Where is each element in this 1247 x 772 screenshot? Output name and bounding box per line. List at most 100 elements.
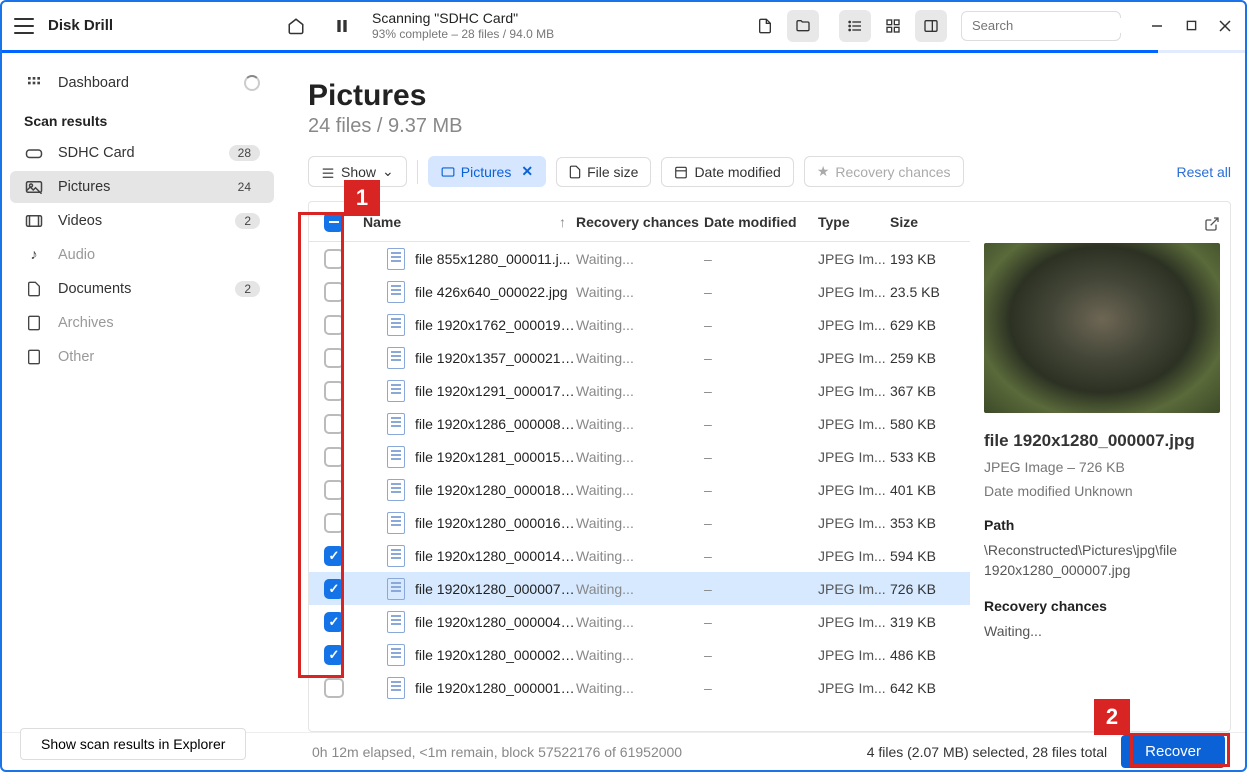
row-datemod: – [704,680,818,696]
row-size: 642 KB [890,680,970,696]
table-row[interactable]: file 1920x1281_000015.... Waiting... – J… [309,440,970,473]
filesize-filter-chip[interactable]: File size [556,157,651,187]
row-size: 486 KB [890,647,970,663]
file-icon [569,165,581,179]
table-row[interactable]: file 1920x1280_000016.... Waiting... – J… [309,506,970,539]
datemod-filter-chip[interactable]: Date modified [661,157,793,187]
sidebar-item-videos[interactable]: Videos 2 [10,205,274,237]
row-type: JPEG Im... [818,482,890,498]
row-datemod: – [704,548,818,564]
table-row[interactable]: file 1920x1286_000008.... Waiting... – J… [309,407,970,440]
sidebar-item-label: Documents [58,281,131,297]
panel-view-icon[interactable] [915,10,947,42]
row-datemod: – [704,251,818,267]
show-in-explorer-button[interactable]: Show scan results in Explorer [20,728,246,760]
preview-datemod: Date modified Unknown [984,483,1220,499]
row-checkbox[interactable] [324,348,344,368]
file-name: file 1920x1280_000004.... [415,614,576,630]
row-checkbox[interactable] [324,381,344,401]
search-input[interactable] [961,11,1121,41]
col-type[interactable]: Type [818,214,890,230]
row-checkbox[interactable] [324,414,344,434]
reset-filters-link[interactable]: Reset all [1177,164,1231,180]
col-recovery[interactable]: Recovery chances [576,214,704,230]
list-view-icon[interactable] [839,10,871,42]
row-type: JPEG Im... [818,515,890,531]
chip-label: Date modified [694,164,780,180]
sidebar-item-label: Pictures [58,179,110,195]
row-recovery: Waiting... [576,482,704,498]
file-name: file 1920x1280_000016.... [415,515,576,531]
row-datemod: – [704,614,818,630]
remove-filter-icon[interactable]: ✕ [521,163,533,180]
sidebar-badge: 2 [235,281,260,297]
file-name: file 1920x1280_000002.... [415,647,576,663]
close-icon[interactable] [1217,18,1233,34]
preview-path-label: Path [984,517,1220,533]
table-row[interactable]: file 1920x1280_000007.... Waiting... – J… [309,572,970,605]
sliders-icon [321,166,335,178]
home-icon[interactable] [280,10,312,42]
menu-icon[interactable] [14,18,34,34]
table-row[interactable]: file 1920x1280_000004.... Waiting... – J… [309,605,970,638]
sidebar-item-pictures[interactable]: Pictures 24 [10,171,274,203]
sidebar-item-sdhc[interactable]: SDHC Card 28 [10,137,274,169]
loading-spinner-icon [244,75,260,91]
row-recovery: Waiting... [576,350,704,366]
minimize-icon[interactable] [1149,18,1165,34]
row-checkbox[interactable] [324,579,344,599]
recover-button[interactable]: Recover [1121,735,1225,768]
videos-icon [24,214,44,228]
row-type: JPEG Im... [818,581,890,597]
page-title: Pictures [308,79,1231,113]
row-checkbox[interactable] [324,612,344,632]
table-row[interactable]: file 1920x1762_000019.... Waiting... – J… [309,308,970,341]
grid-view-icon[interactable] [877,10,909,42]
row-type: JPEG Im... [818,680,890,696]
col-name[interactable]: Name↑ [359,214,576,230]
file-type-icon [387,512,405,534]
open-external-icon[interactable] [1204,216,1220,235]
row-checkbox[interactable] [324,447,344,467]
table-row[interactable]: file 1920x1291_000017.... Waiting... – J… [309,374,970,407]
table-row[interactable]: file 1920x1280_000001.... Waiting... – J… [309,671,970,704]
row-checkbox[interactable] [324,315,344,335]
table-row[interactable]: file 1920x1280_000002.... Waiting... – J… [309,638,970,671]
other-icon [24,349,44,365]
table-row[interactable]: file 1920x1357_000021.... Waiting... – J… [309,341,970,374]
pictures-filter-chip[interactable]: Pictures ✕ [428,156,546,187]
folder-icon[interactable] [787,10,819,42]
row-checkbox[interactable] [324,480,344,500]
table-row[interactable]: file 855x1280_000011.j... Waiting... – J… [309,242,970,275]
pause-icon[interactable] [326,10,358,42]
row-checkbox[interactable] [324,645,344,665]
maximize-icon[interactable] [1183,18,1199,34]
file-icon[interactable] [749,10,781,42]
row-checkbox[interactable] [324,282,344,302]
col-size[interactable]: Size [890,214,970,230]
sidebar-item-documents[interactable]: Documents 2 [10,273,274,305]
sidebar-item-audio[interactable]: ♪ Audio [10,239,274,271]
row-datemod: – [704,284,818,300]
file-type-icon [387,677,405,699]
sidebar-badge: 28 [229,145,260,161]
row-type: JPEG Im... [818,251,890,267]
sidebar-badge: 2 [235,213,260,229]
sidebar-item-archives[interactable]: Archives [10,307,274,339]
row-checkbox[interactable] [324,513,344,533]
table-row[interactable]: file 1920x1280_000018.... Waiting... – J… [309,473,970,506]
row-checkbox[interactable] [324,678,344,698]
sidebar-item-other[interactable]: Other [10,341,274,373]
row-size: 580 KB [890,416,970,432]
row-recovery: Waiting... [576,383,704,399]
recchance-filter-chip[interactable]: ★ Recovery chances [804,156,964,187]
row-checkbox[interactable] [324,249,344,269]
sidebar-dashboard[interactable]: Dashboard [10,67,274,99]
table-row[interactable]: file 1920x1280_000014.... Waiting... – J… [309,539,970,572]
preview-rc: Waiting... [984,622,1220,642]
row-checkbox[interactable] [324,546,344,566]
col-datemod[interactable]: Date modified [704,214,818,230]
select-all-checkbox[interactable] [324,212,344,232]
sidebar-item-label: SDHC Card [58,145,135,161]
table-row[interactable]: file 426x640_000022.jpg Waiting... – JPE… [309,275,970,308]
